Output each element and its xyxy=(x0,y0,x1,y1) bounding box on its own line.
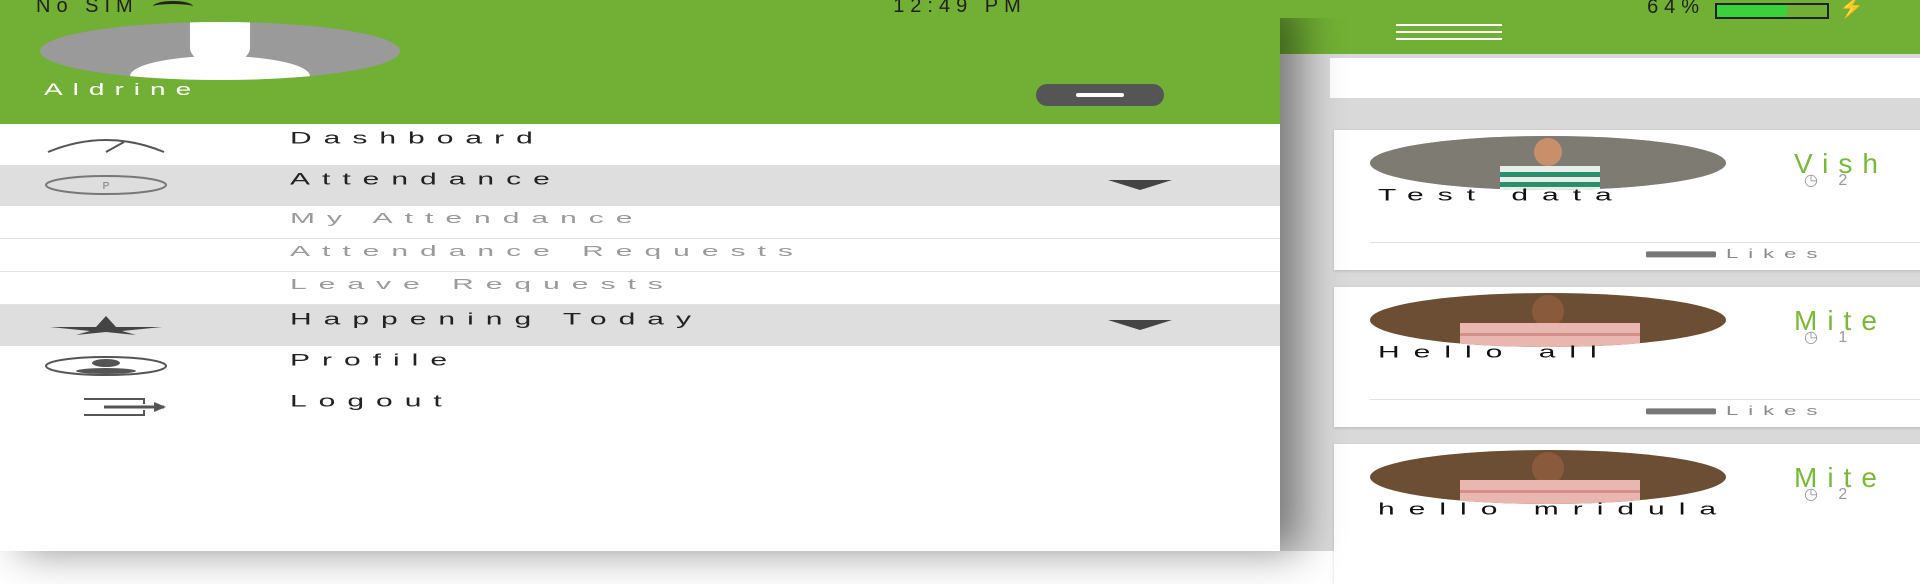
clock-icon: ◷ xyxy=(1804,486,1839,503)
battery-icon xyxy=(1715,2,1830,19)
menu-item-logout[interactable]: Logout xyxy=(0,387,1280,428)
post-text: Hello all xyxy=(1378,343,1611,362)
feed-post-card[interactable]: Mite ◷ 2 hello mridula xyxy=(1334,444,1920,584)
submenu-item-label: Leave Requests xyxy=(290,276,675,293)
drawer-header: Aldrine xyxy=(0,0,1280,124)
user-avatar-icon[interactable] xyxy=(40,22,400,80)
submenu-item-label: Attendance Requests xyxy=(290,243,805,260)
submenu-item-attendance-requests[interactable]: Attendance Requests xyxy=(0,239,1280,272)
submenu-item-leave-requests[interactable]: Leave Requests xyxy=(0,272,1280,305)
post-time: ◷ 2 xyxy=(1804,486,1856,503)
clock: 12:49 PM xyxy=(893,0,1027,17)
speedometer-icon xyxy=(47,139,165,153)
divider xyxy=(1370,242,1920,243)
post-time: ◷ 2 xyxy=(1804,172,1856,189)
author-avatar xyxy=(1370,293,1726,347)
chevron-down-icon[interactable] xyxy=(1108,180,1172,190)
navigation-drawer: Aldrine Dashboard P Attendance My Attend… xyxy=(0,0,1280,551)
profile-icon xyxy=(45,356,167,376)
charging-icon: ⚡ xyxy=(1839,0,1870,19)
thumbs-up-icon xyxy=(1646,251,1716,258)
search-input[interactable] xyxy=(1330,58,1920,98)
logout-icon xyxy=(84,398,166,416)
pencil-icon xyxy=(1076,93,1124,97)
menu-item-happening-today[interactable]: Happening Today xyxy=(0,305,1280,346)
svg-text:P: P xyxy=(103,181,110,192)
clock-icon: ◷ xyxy=(1804,329,1839,346)
author-avatar xyxy=(1370,136,1726,190)
menu-item-label: Logout xyxy=(290,392,454,411)
like-button[interactable]: Likes xyxy=(1646,403,1827,419)
menu-item-label: Happening Today xyxy=(290,310,703,329)
clock-icon: ◷ xyxy=(1804,172,1839,189)
edit-profile-button[interactable] xyxy=(1036,84,1164,106)
menu-item-dashboard[interactable]: Dashboard xyxy=(0,124,1280,165)
menu-item-label: Dashboard xyxy=(290,129,545,148)
feed-post-card[interactable]: Vish ◷ 2 Test data Likes xyxy=(1334,130,1920,270)
submenu-item-label: My Attendance xyxy=(290,210,645,227)
divider xyxy=(1370,399,1920,400)
author-avatar xyxy=(1370,450,1726,504)
menu-item-attendance[interactable]: P Attendance xyxy=(0,165,1280,206)
feed-post-card[interactable]: Mite ◷ 1 Hello all Likes xyxy=(1334,287,1920,427)
chevron-down-icon[interactable] xyxy=(1108,320,1172,330)
user-name: Aldrine xyxy=(44,80,202,99)
p-circle-icon: P xyxy=(45,175,167,195)
star-icon xyxy=(50,316,162,335)
post-text: hello mridula xyxy=(1378,500,1731,519)
submenu-item-my-attendance[interactable]: My Attendance xyxy=(0,206,1280,239)
hamburger-menu-icon[interactable] xyxy=(1396,24,1502,40)
like-button[interactable]: Likes xyxy=(1646,246,1827,262)
menu-item-label: Profile xyxy=(290,351,460,370)
post-text: Test data xyxy=(1378,186,1626,205)
status-bar: No SIM 12:49 PM 64% ⚡ xyxy=(0,0,1920,20)
thumbs-up-icon xyxy=(1646,408,1716,415)
menu-item-profile[interactable]: Profile xyxy=(0,346,1280,387)
menu-item-label: Attendance xyxy=(290,170,562,189)
post-time: ◷ 1 xyxy=(1804,329,1856,346)
battery-status: 64% ⚡ xyxy=(1647,0,1870,20)
